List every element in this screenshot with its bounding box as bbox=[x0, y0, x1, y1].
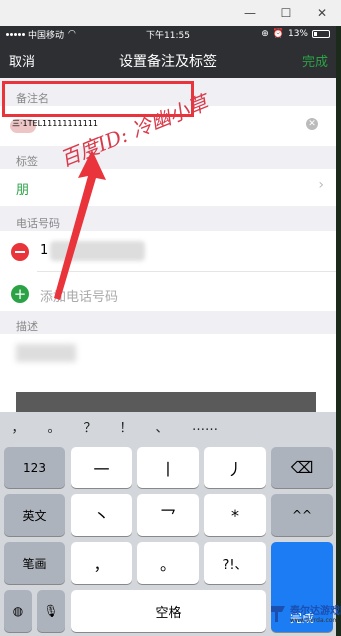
phone-number[interactable]: 1 bbox=[40, 243, 48, 258]
chevron-right-icon: › bbox=[318, 177, 324, 193]
add-phone-icon[interactable]: + bbox=[11, 285, 29, 303]
key-comma[interactable]: ， bbox=[71, 542, 132, 584]
candidate-key[interactable]: ？ bbox=[72, 417, 108, 436]
key-zhe[interactable]: 乛 bbox=[137, 494, 199, 536]
key-stroke[interactable]: 笔画 bbox=[4, 542, 65, 584]
battery-icon bbox=[312, 30, 330, 38]
candidate-key[interactable]: ， bbox=[0, 417, 36, 436]
description-image bbox=[16, 392, 316, 414]
candidate-key[interactable]: …… bbox=[180, 419, 230, 434]
site-logo: 泰尔达游戏网 www.tairda.com bbox=[268, 600, 341, 636]
tag-value: 朋 bbox=[16, 183, 30, 198]
key-emoticon[interactable]: ^^ bbox=[271, 494, 333, 536]
microphone-icon[interactable]: 🎙 bbox=[37, 590, 65, 632]
logo-icon bbox=[271, 606, 285, 622]
minus-glyph bbox=[15, 251, 25, 253]
status-bar: 中国移动 ◠ 下午11:55 ⊕ ⏰ 13% bbox=[0, 26, 336, 42]
background-strip bbox=[336, 26, 341, 636]
key-dian[interactable]: 丶 bbox=[71, 494, 132, 536]
key-english[interactable]: 英文 bbox=[4, 494, 65, 536]
candidate-bar: ， 。 ？ ！ 、 …… bbox=[0, 412, 336, 440]
close-icon[interactable]: ✕ bbox=[315, 6, 329, 20]
space-key[interactable]: 空格 bbox=[71, 590, 266, 632]
blurred-description bbox=[16, 344, 76, 362]
key-heng[interactable]: 一 bbox=[71, 447, 132, 488]
status-time: 下午11:55 bbox=[146, 30, 190, 41]
candidate-key[interactable]: 、 bbox=[144, 417, 180, 436]
remark-input-value[interactable]: 三·1TEL11111111111 bbox=[12, 118, 98, 129]
key-shu[interactable]: 丨 bbox=[137, 447, 199, 488]
logo-url: www.tairda.com bbox=[290, 617, 339, 624]
key-period[interactable]: 。 bbox=[137, 542, 199, 584]
page-title: 设置备注及标签 bbox=[119, 54, 217, 70]
window-titlebar: — ☐ ✕ bbox=[0, 0, 341, 26]
description-section-label: 描述 bbox=[16, 320, 38, 333]
logo-text: 泰尔达游戏网 bbox=[290, 606, 341, 617]
clear-icon[interactable]: ✕ bbox=[306, 118, 318, 130]
key-numbers[interactable]: 123 bbox=[4, 447, 65, 488]
key-wildcard[interactable]: * bbox=[204, 494, 266, 536]
candidate-key[interactable]: ！ bbox=[108, 417, 144, 436]
minimize-icon[interactable]: — bbox=[243, 6, 257, 20]
globe-icon[interactable]: ◍ bbox=[4, 590, 32, 632]
key-pie[interactable]: 丿 bbox=[204, 447, 266, 488]
annotation-arrow-icon bbox=[54, 150, 106, 300]
tag-section-label: 标签 bbox=[16, 155, 38, 168]
nav-bar: 取消 设置备注及标签 完成 bbox=[0, 42, 336, 78]
description-field[interactable] bbox=[0, 334, 336, 414]
done-button[interactable]: 完成 bbox=[302, 51, 328, 70]
key-punctuation[interactable]: ?!、 bbox=[204, 542, 266, 584]
maximize-icon[interactable]: ☐ bbox=[279, 6, 293, 20]
candidate-key[interactable]: 。 bbox=[36, 417, 72, 436]
backspace-icon[interactable]: ⌫ bbox=[271, 447, 333, 488]
